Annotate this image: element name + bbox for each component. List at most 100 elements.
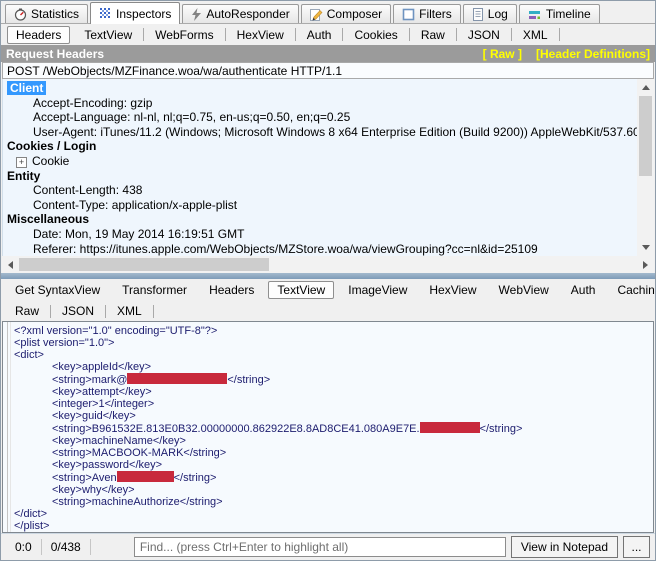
response-tab-json[interactable]: JSON bbox=[51, 302, 105, 320]
xml-line-redacted: <string>mark@ </string> bbox=[52, 373, 271, 386]
xml-line: <key>appleId</key> bbox=[52, 361, 152, 373]
xml-line: <string>MACBOOK-MARK</string> bbox=[52, 447, 227, 459]
xml-line: <key>password</key> bbox=[52, 459, 163, 471]
request-tab-cookies[interactable]: Cookies bbox=[343, 26, 408, 44]
header-cookie: Cookie bbox=[32, 153, 70, 168]
xml-line: <key>why</key> bbox=[52, 484, 135, 496]
request-tab-auth[interactable]: Auth bbox=[296, 26, 343, 44]
response-tab-raw[interactable]: Raw bbox=[4, 302, 50, 320]
log-icon bbox=[472, 7, 484, 21]
header-date[interactable]: Date: Mon, 19 May 2014 16:19:51 GMT bbox=[7, 227, 634, 242]
response-tab-webview[interactable]: WebView bbox=[488, 281, 560, 299]
request-line[interactable]: POST /WebObjects/MZFinance.woa/wa/authen… bbox=[2, 62, 654, 79]
xml-line: <dict> bbox=[14, 349, 44, 361]
filters-icon bbox=[402, 8, 415, 21]
request-headers-titlebar: Request Headers [ Raw ] [Header Definiti… bbox=[1, 45, 655, 62]
tab-label: AutoResponder bbox=[206, 7, 290, 21]
tab-label: Inspectors bbox=[116, 6, 172, 21]
redaction-box bbox=[419, 422, 480, 433]
xml-line: </plist> bbox=[14, 520, 50, 532]
tab-filters[interactable]: Filters bbox=[393, 4, 461, 23]
xml-line: <integer>1</integer> bbox=[52, 398, 155, 410]
response-tab-auth[interactable]: Auth bbox=[560, 281, 607, 299]
xml-line: </dict> bbox=[14, 508, 48, 520]
vertical-scroll-thumb[interactable] bbox=[639, 96, 652, 176]
response-tab-bar-2: Raw JSON XML bbox=[1, 301, 655, 321]
tab-separator bbox=[558, 28, 560, 41]
selection-count: 0/438 bbox=[50, 540, 81, 554]
request-tab-textview[interactable]: TextView bbox=[73, 26, 143, 44]
raw-link[interactable]: [ Raw ] bbox=[483, 47, 522, 61]
xml-line-redacted: <string>Aven </string> bbox=[52, 471, 217, 484]
response-tab-transformer[interactable]: Transformer bbox=[111, 281, 198, 299]
tab-label: Statistics bbox=[31, 7, 80, 21]
scroll-up-arrow[interactable] bbox=[637, 79, 654, 96]
request-headers-pane: Client Accept-Encoding: gzip Accept-Lang… bbox=[2, 79, 654, 256]
redaction-box bbox=[116, 471, 174, 482]
header-content-type[interactable]: Content-Type: application/x-apple-plist bbox=[7, 198, 634, 213]
header-definitions-link[interactable]: [Header Definitions] bbox=[536, 47, 650, 61]
vertical-scrollbar[interactable] bbox=[637, 79, 654, 256]
request-tab-hexview[interactable]: HexView bbox=[226, 26, 295, 44]
response-tab-imageview[interactable]: ImageView bbox=[337, 281, 418, 299]
tab-label: Timeline bbox=[545, 7, 591, 21]
view-in-notepad-button[interactable]: View in Notepad bbox=[510, 536, 618, 558]
section-entity[interactable]: Entity bbox=[7, 169, 634, 184]
response-tab-textview[interactable]: TextView bbox=[268, 281, 335, 299]
request-tab-json[interactable]: JSON bbox=[457, 26, 511, 44]
scroll-left-arrow[interactable] bbox=[2, 256, 19, 273]
request-headers-title: Request Headers bbox=[6, 46, 105, 61]
expand-icon[interactable]: + bbox=[16, 156, 27, 168]
response-tab-xml[interactable]: XML bbox=[106, 302, 153, 320]
tab-label: Filters bbox=[419, 7, 452, 21]
response-tab-bar-1: Get SyntaxView Transformer Headers TextV… bbox=[1, 279, 655, 301]
tab-autoresponder[interactable]: AutoResponder bbox=[182, 4, 299, 23]
section-client[interactable]: Client bbox=[7, 81, 47, 95]
inspectors-icon bbox=[99, 7, 112, 20]
response-tab-hexview[interactable]: HexView bbox=[418, 281, 487, 299]
horizontal-scrollbar[interactable] bbox=[2, 256, 654, 273]
xml-line: <string>machineAuthorize</string> bbox=[52, 496, 223, 508]
tab-composer[interactable]: Composer bbox=[300, 4, 392, 23]
tab-log[interactable]: Log bbox=[462, 4, 517, 23]
request-tab-webforms[interactable]: WebForms bbox=[144, 26, 224, 44]
more-options-button[interactable]: ... bbox=[623, 536, 650, 558]
header-user-agent[interactable]: User-Agent: iTunes/11.2 (Windows; Micros… bbox=[7, 125, 654, 140]
tab-statistics[interactable]: Statistics bbox=[5, 4, 89, 23]
tab-timeline[interactable]: Timeline bbox=[518, 4, 600, 23]
request-tab-bar: Headers TextView WebForms HexView Auth C… bbox=[1, 24, 655, 45]
textview-status-bar: 0:0 0/438 View in Notepad ... bbox=[1, 533, 655, 560]
xml-line: <key>guid</key> bbox=[52, 410, 136, 422]
header-accept-encoding[interactable]: Accept-Encoding: gzip bbox=[7, 96, 634, 111]
response-tab-caching[interactable]: Caching bbox=[606, 281, 655, 299]
request-tab-xml[interactable]: XML bbox=[512, 26, 559, 44]
tab-separator bbox=[152, 304, 154, 318]
response-tab-get-syntaxview[interactable]: Get SyntaxView bbox=[4, 281, 111, 299]
tab-label: Log bbox=[487, 7, 508, 21]
header-accept-language[interactable]: Accept-Language: nl-nl, nl;q=0.75, en-us… bbox=[7, 110, 634, 125]
xml-line: <?xml version="1.0" encoding="UTF-8"?> bbox=[14, 325, 218, 337]
tab-inspectors[interactable]: Inspectors bbox=[90, 2, 181, 24]
request-tab-raw[interactable]: Raw bbox=[410, 26, 456, 44]
fiddler-inspector-window: Statistics Inspectors AutoResponder Comp… bbox=[0, 0, 656, 561]
main-tab-bar: Statistics Inspectors AutoResponder Comp… bbox=[1, 1, 655, 24]
request-tab-headers[interactable]: Headers bbox=[7, 25, 71, 44]
header-referer[interactable]: Referer: https://itunes.apple.com/WebObj… bbox=[7, 242, 634, 256]
xml-line: <key>machineName</key> bbox=[52, 435, 186, 447]
section-miscellaneous[interactable]: Miscellaneous bbox=[7, 212, 634, 227]
xml-line-redacted: <string>B961532E.813E0B32.00000000.86292… bbox=[52, 422, 523, 435]
scroll-down-arrow[interactable] bbox=[637, 239, 654, 256]
header-content-length[interactable]: Content-Length: 438 bbox=[7, 183, 634, 198]
timeline-icon bbox=[528, 8, 542, 21]
header-cookie-row[interactable]: + Cookie bbox=[7, 154, 634, 169]
textview-body[interactable]: <?xml version="1.0" encoding="UTF-8"?> <… bbox=[2, 321, 654, 533]
horizontal-scroll-thumb[interactable] bbox=[19, 258, 269, 271]
scroll-right-arrow[interactable] bbox=[637, 256, 654, 273]
section-cookies-login[interactable]: Cookies / Login bbox=[7, 139, 634, 154]
response-tab-headers[interactable]: Headers bbox=[198, 281, 265, 299]
autoresponder-icon bbox=[191, 7, 202, 21]
cursor-position: 0:0 bbox=[15, 540, 32, 554]
redaction-box bbox=[127, 373, 228, 384]
tab-label: Composer bbox=[326, 7, 383, 21]
find-input[interactable] bbox=[133, 537, 506, 557]
